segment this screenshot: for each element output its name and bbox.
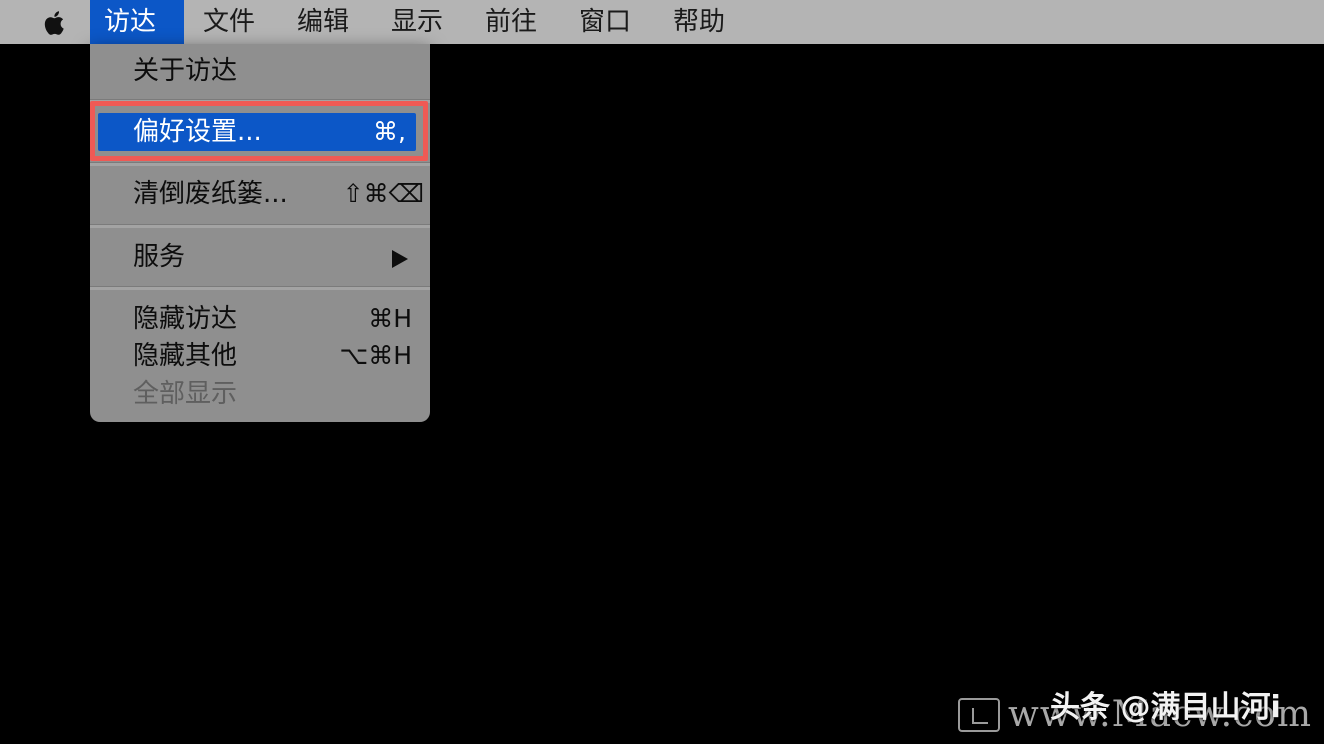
menu-go[interactable]: 前往 xyxy=(471,0,551,44)
menu-separator xyxy=(90,162,430,166)
watermark-author: 头条 @满目山河i xyxy=(1050,690,1281,725)
apple-logo-icon[interactable] xyxy=(40,8,70,38)
menu-separator xyxy=(90,224,430,228)
menu-window[interactable]: 窗口 xyxy=(565,0,645,44)
menu-view[interactable]: 显示 xyxy=(377,0,457,44)
menu-edit[interactable]: 编辑 xyxy=(283,0,363,44)
menu-item-about-finder[interactable]: 关于访达 xyxy=(90,52,430,90)
menu-item-shortcut: ⌘H xyxy=(368,304,412,333)
menu-file[interactable]: 文件 xyxy=(189,0,269,44)
submenu-arrow-icon xyxy=(392,250,408,268)
menu-help[interactable]: 帮助 xyxy=(659,0,739,44)
menu-item-empty-trash[interactable]: 清倒废纸篓... ⇧⌘⌫ xyxy=(90,175,430,213)
menu-item-shortcut: ⌥⌘H xyxy=(339,341,412,370)
watermark-logo-mark xyxy=(972,708,988,724)
menu-item-label: 清倒废纸篓... xyxy=(133,179,288,209)
watermark-logo-icon xyxy=(958,698,1000,732)
menu-item-show-all: 全部显示 xyxy=(90,375,430,413)
menu-item-label: 服务 xyxy=(133,242,186,272)
menu-item-services[interactable]: 服务 xyxy=(90,238,430,276)
menu-separator xyxy=(90,286,430,290)
menu-item-label: 关于访达 xyxy=(133,56,238,86)
menu-item-hide-others[interactable]: 隐藏其他 ⌥⌘H xyxy=(90,337,430,375)
menu-item-label: 隐藏访达 xyxy=(133,304,238,334)
menu-item-hide-finder[interactable]: 隐藏访达 ⌘H xyxy=(90,300,430,338)
menu-finder[interactable]: 访达 xyxy=(90,0,184,44)
highlight-annotation-box xyxy=(90,101,428,161)
menu-item-label: 隐藏其他 xyxy=(133,341,238,371)
menu-item-shortcut: ⇧⌘⌫ xyxy=(342,179,424,208)
menu-item-label: 全部显示 xyxy=(133,379,238,409)
menu-bar: 访达 文件 编辑 显示 前往 窗口 帮助 xyxy=(0,0,1324,44)
